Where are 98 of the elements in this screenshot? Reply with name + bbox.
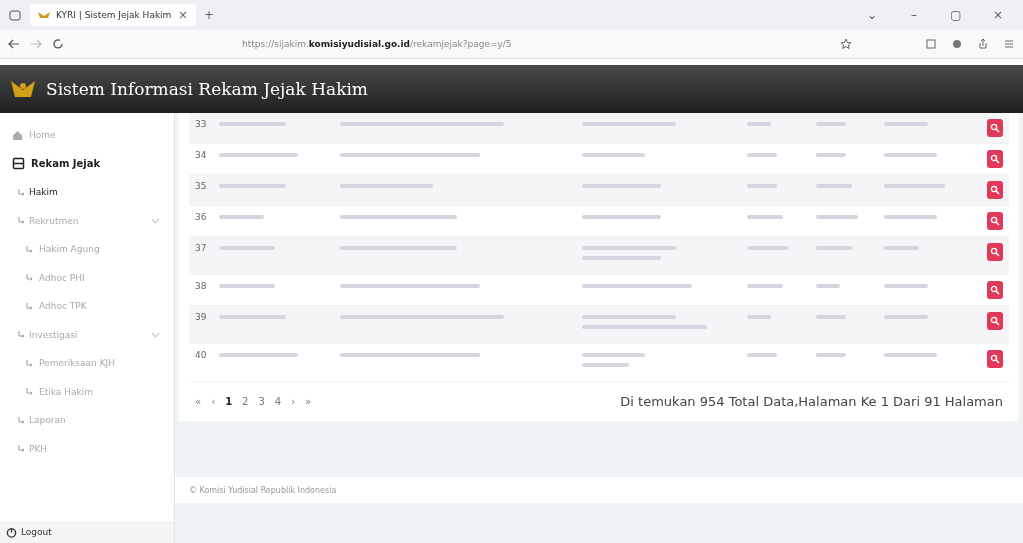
redacted-text [746,184,778,188]
folder-icon [12,157,25,171]
redacted-text [746,315,772,319]
footer-text: © Komisi Yudisial Republik Indonesia [189,485,337,495]
row-number: 37 [195,243,208,253]
redacted-text [218,315,287,319]
redacted-text [746,284,784,288]
app-title: Sistem Informasi Rekam Jejak Hakim [46,79,368,99]
sidebar-label: PKH [29,443,48,454]
page-link[interactable]: 3 [258,396,265,407]
page-link[interactable]: ‹ [211,396,216,407]
redacted-text [582,353,645,357]
power-icon [6,526,17,538]
sidebar-label: Hakim [29,187,58,198]
sub-arrow-icon [18,445,25,453]
redacted-text [218,215,264,219]
page-link[interactable]: › [291,396,296,407]
sub-arrow-icon [18,188,25,196]
sub-arrow-icon [26,245,33,253]
browser-tab[interactable]: KYRI | Sistem Jejak Hakim × [30,4,196,26]
redacted-text [746,153,778,157]
sidebar-label: Investigasi [29,329,78,340]
redacted-text [884,284,928,288]
search-button[interactable] [987,181,1003,199]
sidebar-item[interactable]: Hakim [0,178,174,207]
search-button[interactable] [987,150,1003,168]
sidebar-label: Laporan [29,415,66,426]
sidebar-item[interactable]: Rekam Jejak [0,149,174,178]
redacted-text [815,153,846,157]
url-text: https://sijakim.komisiyudisial.go.id/rekamjejak?page=y/5 [242,39,512,49]
redacted-text [815,315,846,319]
redacted-text [884,122,928,126]
redacted-text [582,363,630,367]
row-number: 40 [195,350,208,360]
row-number: 35 [195,181,208,191]
sub-arrow-icon [18,331,25,339]
row-number: 33 [195,119,208,129]
new-tab-button[interactable]: + [204,8,215,22]
sidebar-label: Rekrutmen [29,215,79,226]
star-icon[interactable] [840,38,852,50]
search-button[interactable] [987,212,1003,230]
page-link[interactable]: « [195,396,202,407]
redacted-text [815,122,846,126]
back-icon[interactable] [8,39,20,49]
row-number: 34 [195,150,208,160]
search-button[interactable] [987,243,1003,261]
extension-icon[interactable] [951,38,963,50]
sub-arrow-icon [26,274,33,282]
reload-icon[interactable] [52,38,64,50]
redacted-text [218,184,287,188]
redacted-text [884,215,937,219]
window-control[interactable]: × [981,8,1015,22]
redacted-text [884,315,928,319]
emblem-icon [38,10,50,20]
sub-arrow-icon [26,302,33,310]
logout-button[interactable]: Logout [0,521,174,543]
page-link[interactable]: 2 [242,396,249,407]
search-button[interactable] [987,350,1003,368]
redacted-text [884,153,937,157]
redacted-text [582,153,645,157]
sub-arrow-icon [18,217,25,225]
redacted-text [218,284,276,288]
redacted-text [884,246,920,250]
redacted-text [218,122,287,126]
redacted-text [746,122,772,126]
page-link[interactable]: » [305,396,312,407]
redacted-text [815,246,853,250]
redacted-text [746,353,778,357]
search-button[interactable] [987,281,1003,299]
redacted-text [815,353,846,357]
row-number: 39 [195,312,208,322]
page-link[interactable]: 1 [225,396,233,407]
sub-arrow-icon [26,359,33,367]
redacted-text [884,184,946,188]
redacted-text [884,353,937,357]
row-number: 38 [195,281,208,291]
redacted-text [746,246,790,250]
redacted-text [815,284,840,288]
search-button[interactable] [987,312,1003,330]
window-control[interactable]: ▢ [939,8,973,22]
redacted-text [746,215,784,219]
sub-arrow-icon [26,388,33,396]
tab-list-icon[interactable] [8,8,22,22]
home-icon [12,129,23,141]
redacted-text [218,246,276,250]
redacted-text [815,215,859,219]
search-button[interactable] [987,119,1003,137]
redacted-text [815,184,853,188]
window-control[interactable]: ⌄ [855,8,889,22]
window-control[interactable]: – [897,8,931,22]
share-icon[interactable] [977,38,989,50]
sub-arrow-icon [18,416,25,424]
page-link[interactable]: 4 [274,396,282,407]
tab-close[interactable]: × [177,8,188,22]
row-number: 36 [195,212,208,222]
reader-icon[interactable] [925,38,937,50]
result-summary: Di temukan 954 Total Data,Halaman Ke 1 Dari 91 Halaman [620,394,1003,409]
tab-title: KYRI | Sistem Jejak Hakim [56,10,172,20]
